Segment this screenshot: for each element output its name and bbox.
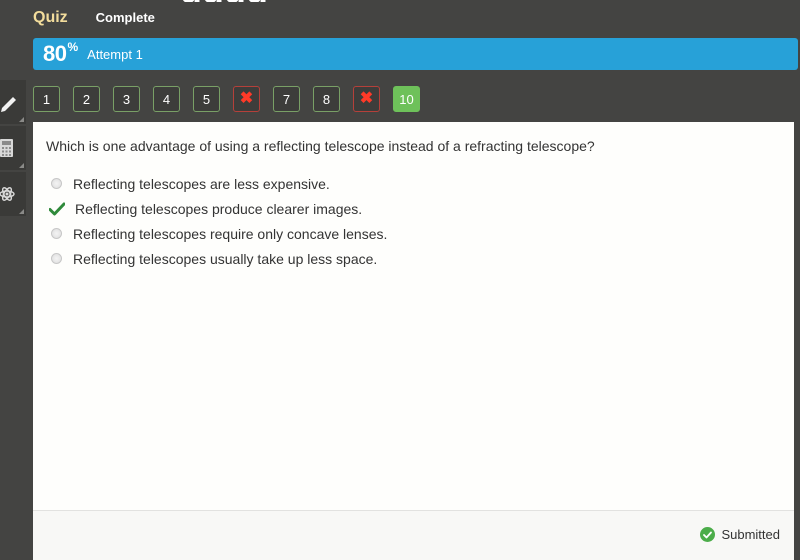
question-2-button[interactable]: 2 xyxy=(73,86,100,112)
answer-text: Reflecting telescopes are less expensive… xyxy=(73,175,330,192)
panel-footer: Submitted xyxy=(33,510,794,560)
quiz-label: Quiz xyxy=(33,9,68,26)
radio-unselected-icon[interactable] xyxy=(51,178,62,189)
pencil-icon xyxy=(0,92,20,112)
checkmark-icon xyxy=(49,202,65,216)
incorrect-x-icon: ✖ xyxy=(239,90,254,107)
question-1-button[interactable]: 1 xyxy=(33,86,60,112)
answer-option-3[interactable]: Reflecting telescopes require only conca… xyxy=(49,221,387,246)
question-4-button[interactable]: 4 xyxy=(153,86,180,112)
tool-corner-indicator xyxy=(19,209,24,214)
question-9-button[interactable]: ✖ xyxy=(353,86,380,112)
incorrect-x-icon: ✖ xyxy=(359,90,374,107)
reference-tool-button[interactable] xyxy=(0,172,26,216)
pencil-tool-button[interactable] xyxy=(0,80,26,124)
submitted-status: Submitted xyxy=(700,527,780,542)
quiz-status: Complete xyxy=(95,10,155,25)
question-8-button[interactable]: 8 xyxy=(313,86,340,112)
tool-corner-indicator xyxy=(19,163,24,168)
attempt-label: Attempt 1 xyxy=(87,46,143,62)
tool-sidebar xyxy=(0,80,26,218)
question-number: 3 xyxy=(122,91,131,107)
question-number: 1 xyxy=(42,91,51,107)
question-panel: Which is one advantage of using a reflec… xyxy=(33,122,794,560)
question-7-button[interactable]: 7 xyxy=(273,86,300,112)
question-10-button[interactable]: 10 xyxy=(393,86,420,112)
question-5-button[interactable]: 5 xyxy=(193,86,220,112)
clipped-page-title: gggg xyxy=(180,0,268,2)
question-number: 10 xyxy=(399,91,414,107)
check-circle-icon xyxy=(700,527,716,542)
question-text: Which is one advantage of using a reflec… xyxy=(46,138,595,154)
answer-text: Reflecting telescopes usually take up le… xyxy=(73,250,378,267)
submitted-label: Submitted xyxy=(721,527,780,542)
question-number: 7 xyxy=(282,91,291,107)
score-value: 80 xyxy=(43,41,67,66)
answer-list: Reflecting telescopes are less expensive… xyxy=(49,171,387,271)
question-number: 2 xyxy=(82,91,91,107)
atom-icon xyxy=(0,183,16,205)
question-number: 4 xyxy=(162,91,171,107)
window-right-border xyxy=(794,122,800,560)
question-number: 8 xyxy=(322,91,331,107)
quiz-header: Quiz Complete xyxy=(33,9,155,27)
answer-text: Reflecting telescopes produce clearer im… xyxy=(75,200,363,217)
calculator-tool-button[interactable] xyxy=(0,126,26,170)
calculator-icon xyxy=(0,138,14,158)
question-number: 5 xyxy=(202,91,211,107)
tool-corner-indicator xyxy=(19,117,24,122)
question-6-button[interactable]: ✖ xyxy=(233,86,260,112)
question-3-button[interactable]: 3 xyxy=(113,86,140,112)
answer-option-4[interactable]: Reflecting telescopes usually take up le… xyxy=(49,246,387,271)
score-unit: % xyxy=(67,40,79,54)
radio-unselected-icon[interactable] xyxy=(51,253,62,264)
radio-unselected-icon[interactable] xyxy=(51,228,62,239)
quiz-page: gggg Quiz Complete 80 % Attempt 1 xyxy=(0,0,800,560)
answer-option-2[interactable]: Reflecting telescopes produce clearer im… xyxy=(49,196,387,221)
answer-option-1[interactable]: Reflecting telescopes are less expensive… xyxy=(49,171,387,196)
score-bar: 80 % Attempt 1 xyxy=(33,38,798,70)
answer-text: Reflecting telescopes require only conca… xyxy=(73,225,388,242)
question-navigation: 1 2 3 4 5 ✖ 7 8 ✖ 10 xyxy=(33,86,420,112)
